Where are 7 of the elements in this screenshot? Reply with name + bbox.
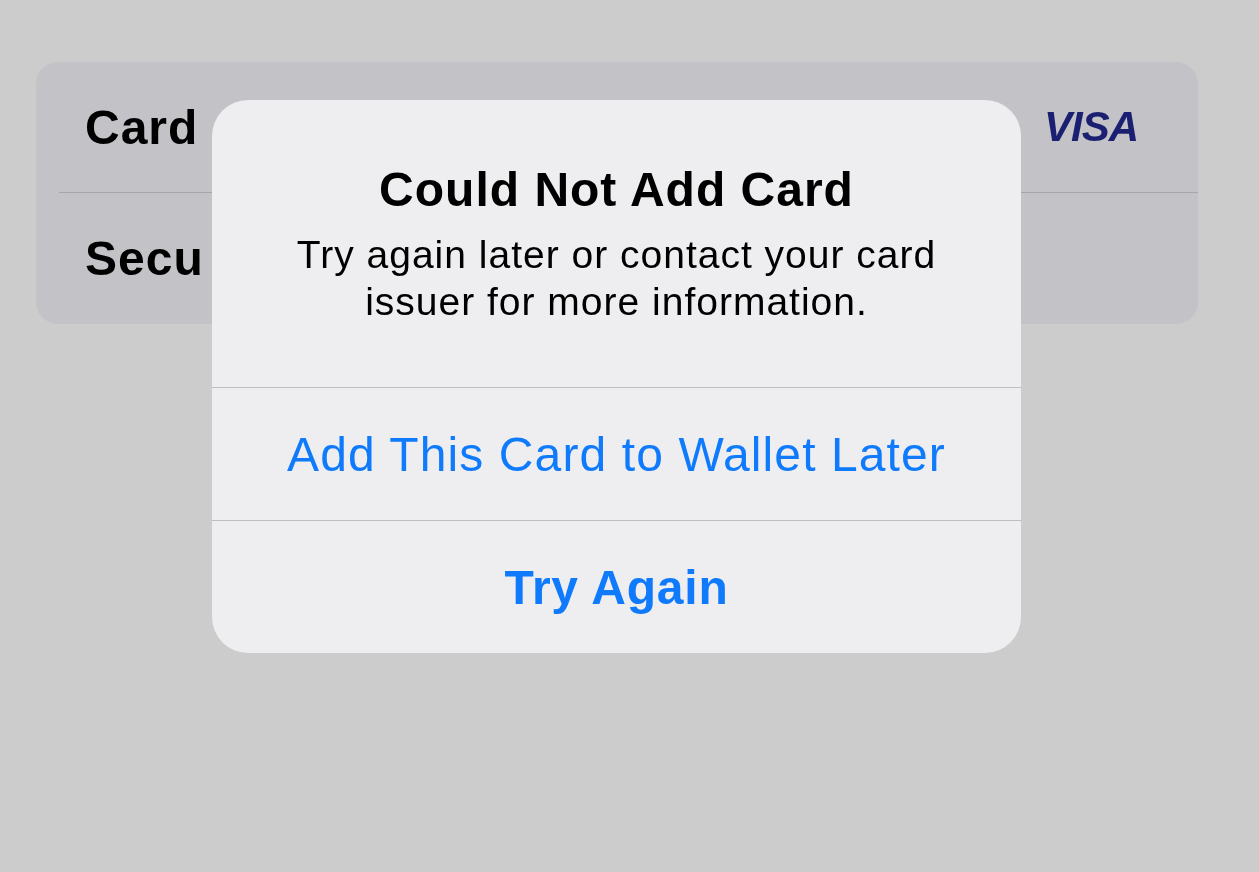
card-network-logo: VISA bbox=[1043, 103, 1138, 151]
row-label: Secu bbox=[85, 231, 204, 286]
row-label: Card bbox=[85, 99, 199, 155]
alert-message: Try again later or contact your card issuer for more information. bbox=[295, 232, 938, 325]
alert-action-button[interactable]: Try Again bbox=[212, 520, 1021, 653]
alert-title: Could Not Add Card bbox=[379, 162, 854, 218]
alert-action-button[interactable]: Add This Card to Wallet Later bbox=[212, 387, 1021, 520]
